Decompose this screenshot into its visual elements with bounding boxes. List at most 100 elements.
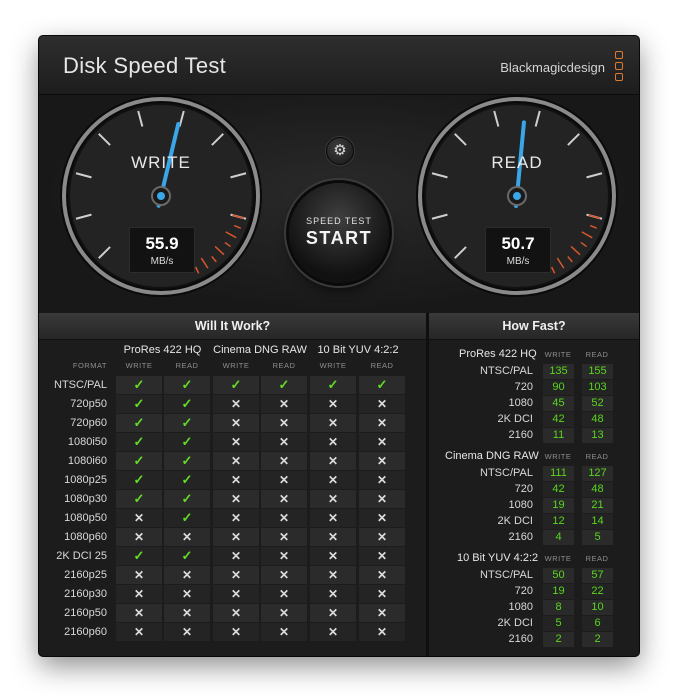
format-name: 2160p50 bbox=[64, 607, 107, 619]
cross-icon: ✕ bbox=[164, 528, 210, 546]
table-row: 720p60 ✓ ✓ ✕ ✕ ✕ ✕ bbox=[39, 414, 426, 433]
format-header: FORMAT bbox=[72, 361, 107, 370]
cross-icon: ✕ bbox=[359, 528, 405, 546]
write-speed-value: 135 bbox=[543, 364, 574, 379]
write-readout: 55.9 MB/s bbox=[129, 227, 195, 273]
cross-icon: ✕ bbox=[261, 604, 307, 622]
cross-icon: ✕ bbox=[310, 566, 356, 584]
check-icon: ✓ bbox=[164, 547, 210, 565]
write-speed-value: 19 bbox=[543, 498, 574, 513]
cross-icon: ✕ bbox=[213, 623, 259, 641]
write-speed-value: 12 bbox=[543, 514, 574, 529]
format-name: 2160p30 bbox=[64, 588, 107, 600]
cross-icon: ✕ bbox=[116, 528, 162, 546]
cross-icon: ✕ bbox=[213, 395, 259, 413]
read-speed-value: 2 bbox=[582, 632, 613, 647]
cross-icon: ✕ bbox=[213, 585, 259, 603]
write-speed-value: 19 bbox=[543, 584, 574, 599]
read-gauge-label: READ bbox=[491, 153, 543, 172]
write-speed-value: 2 bbox=[543, 632, 574, 647]
read-speed-value: 14 bbox=[582, 514, 613, 529]
read-speed-value: 13 bbox=[582, 428, 613, 443]
cross-icon: ✕ bbox=[261, 547, 307, 565]
cross-icon: ✕ bbox=[359, 452, 405, 470]
cross-icon: ✕ bbox=[359, 395, 405, 413]
how-fast-title: How Fast? bbox=[429, 313, 639, 340]
cross-icon: ✕ bbox=[261, 433, 307, 451]
column-subheader: READ bbox=[175, 361, 199, 370]
table-row: 2K DCI 25 ✓ ✓ ✕ ✕ ✕ ✕ bbox=[39, 547, 426, 566]
write-speed-value: 42 bbox=[543, 482, 574, 497]
read-speed-value: 50.7 bbox=[501, 234, 535, 253]
column-subheader: WRITE bbox=[222, 361, 250, 370]
speed-format-name: 2K DCI bbox=[497, 413, 533, 425]
check-icon: ✓ bbox=[164, 509, 210, 527]
start-button[interactable]: SPEED TEST START bbox=[289, 183, 389, 283]
needle-hub-center bbox=[157, 192, 165, 200]
read-speed-value: 103 bbox=[582, 380, 613, 395]
table-row: 1080p50 ✕ ✓ ✕ ✕ ✕ ✕ bbox=[39, 509, 426, 528]
speed-format-name: 720 bbox=[514, 381, 533, 393]
cross-icon: ✕ bbox=[261, 471, 307, 489]
settings-button[interactable]: ⚙ bbox=[326, 137, 354, 165]
cross-icon: ✕ bbox=[116, 623, 162, 641]
write-gauge: WRITE 55.9 MB/s bbox=[58, 93, 264, 299]
format-name: 1080i50 bbox=[67, 436, 107, 448]
cross-icon: ✕ bbox=[359, 566, 405, 584]
speed-format-name: 2K DCI bbox=[497, 515, 533, 527]
cross-icon: ✕ bbox=[359, 623, 405, 641]
check-icon: ✓ bbox=[164, 452, 210, 470]
check-icon: ✓ bbox=[164, 433, 210, 451]
speed-format-name: 2160 bbox=[508, 531, 533, 543]
start-button-label: START bbox=[305, 228, 373, 248]
cross-icon: ✕ bbox=[261, 585, 307, 603]
table-row: 1080i60 ✓ ✓ ✕ ✕ ✕ ✕ bbox=[39, 452, 426, 471]
write-speed-value: 45 bbox=[543, 396, 574, 411]
check-icon: ✓ bbox=[164, 490, 210, 508]
group-prores: ProRes 422 HQ bbox=[123, 344, 202, 356]
check-icon: ✓ bbox=[164, 414, 210, 432]
format-name: NTSC/PAL bbox=[54, 379, 107, 391]
format-name: 720p50 bbox=[70, 398, 107, 410]
speed-format-name: 720 bbox=[514, 483, 533, 495]
cross-icon: ✕ bbox=[310, 433, 356, 451]
will-it-work-title: Will It Work? bbox=[39, 313, 426, 340]
cross-icon: ✕ bbox=[261, 490, 307, 508]
cross-icon: ✕ bbox=[213, 490, 259, 508]
cross-icon: ✕ bbox=[116, 509, 162, 527]
read-speed-value: 22 bbox=[582, 584, 613, 599]
speed-format-name: 1080 bbox=[508, 601, 533, 613]
check-icon: ✓ bbox=[261, 376, 307, 394]
cross-icon: ✕ bbox=[116, 604, 162, 622]
cross-icon: ✕ bbox=[164, 623, 210, 641]
format-name: 1080p60 bbox=[64, 531, 107, 543]
format-name: 1080i60 bbox=[67, 455, 107, 467]
check-icon: ✓ bbox=[164, 376, 210, 394]
check-icon: ✓ bbox=[164, 471, 210, 489]
brand-logo-icon bbox=[615, 51, 625, 85]
table-row: 2160p50 ✕ ✕ ✕ ✕ ✕ ✕ bbox=[39, 604, 426, 623]
column-subheader: WRITE bbox=[319, 361, 347, 370]
check-icon: ✓ bbox=[359, 376, 405, 394]
gear-icon: ⚙ bbox=[333, 142, 347, 159]
cross-icon: ✕ bbox=[310, 471, 356, 489]
cross-icon: ✕ bbox=[310, 452, 356, 470]
read-speed-value: 52 bbox=[582, 396, 613, 411]
cross-icon: ✕ bbox=[261, 566, 307, 584]
speed-group-title: 10 Bit YUV 4:2:2 bbox=[457, 552, 539, 564]
check-icon: ✓ bbox=[164, 395, 210, 413]
read-speed-value: 10 bbox=[582, 600, 613, 615]
table-row: NTSC/PAL ✓ ✓ ✓ ✓ ✓ ✓ bbox=[39, 376, 426, 395]
cross-icon: ✕ bbox=[261, 528, 307, 546]
group-10bit-yuv: 10 Bit YUV 4:2:2 bbox=[317, 344, 399, 356]
cross-icon: ✕ bbox=[213, 604, 259, 622]
speed-format-name: NTSC/PAL bbox=[480, 569, 533, 581]
cross-icon: ✕ bbox=[359, 471, 405, 489]
speed-group-title: Cinema DNG RAW bbox=[445, 450, 539, 462]
read-speed-value: 127 bbox=[582, 466, 613, 481]
write-speed-value: 42 bbox=[543, 412, 574, 427]
check-icon: ✓ bbox=[116, 490, 162, 508]
check-icon: ✓ bbox=[116, 414, 162, 432]
cross-icon: ✕ bbox=[310, 509, 356, 527]
read-speed-value: 57 bbox=[582, 568, 613, 583]
